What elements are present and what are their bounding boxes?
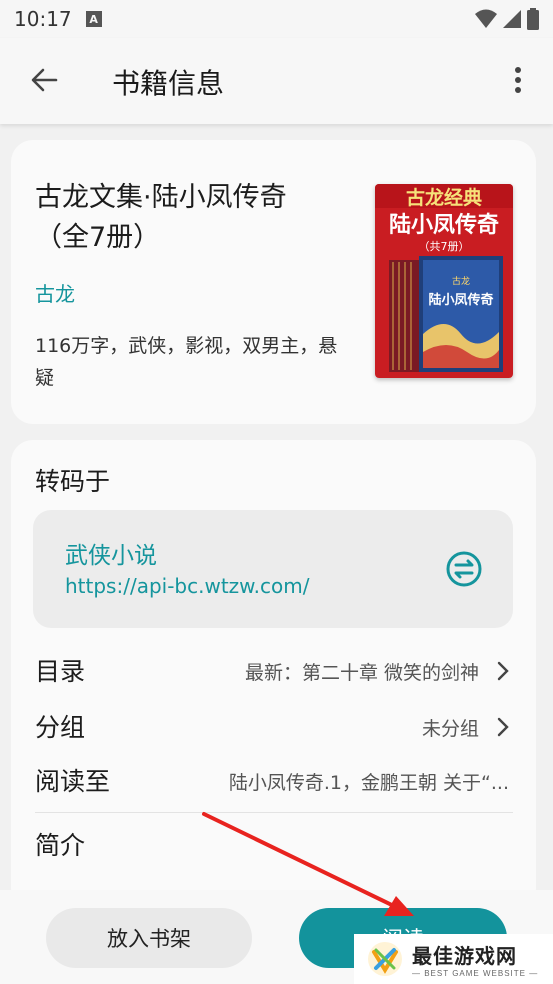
toc-value: 最新：第二十章 微笑的剑神 <box>244 662 479 684</box>
group-row[interactable]: 分组 未分组 <box>35 708 513 748</box>
book-info-card: 古龙文集·陆小凤传奇（全7册） 古龙 116万字，武侠，影视，双男主，悬疑 古龙… <box>11 140 536 424</box>
more-options-button[interactable] <box>503 62 533 98</box>
back-button[interactable] <box>26 62 62 98</box>
change-source-icon[interactable] <box>445 550 483 588</box>
cover-top-text: 古龙经典 <box>406 186 482 209</box>
back-arrow-icon <box>31 68 58 92</box>
book-title: 古龙文集·陆小凤传奇（全7册） <box>35 182 287 253</box>
add-to-shelf-button[interactable]: 放入书架 <box>46 908 252 968</box>
source-url: https://api-bc.wtzw.com/ <box>65 574 310 598</box>
progress-row[interactable]: 阅读至 陆小凤传奇.1，金鹏王朝 关于“... <box>35 762 513 802</box>
cover-box-title: 陆小凤传奇 <box>428 292 493 308</box>
source-name: 武侠小说 <box>65 543 157 569</box>
divider <box>35 812 513 813</box>
book-detail-card: 转码于 武侠小说 https://api-bc.wtzw.com/ 目录 最新：… <box>11 440 536 910</box>
toc-row[interactable]: 目录 最新：第二十章 微笑的剑神 <box>35 652 513 692</box>
more-vert-icon <box>515 67 521 93</box>
cover-box-author: 古龙 <box>452 275 470 287</box>
watermark-title: 最佳游戏网 <box>412 944 517 968</box>
book-author[interactable]: 古龙 <box>35 278 75 307</box>
group-label: 分组 <box>35 713 86 742</box>
chevron-right-icon <box>497 661 509 681</box>
cover-volumes: （共7册） <box>419 240 470 253</box>
progress-value: 陆小凤传奇.1，金鹏王朝 关于“... <box>228 772 509 794</box>
app-bar: 书籍信息 <box>0 38 553 124</box>
notification-icon: A <box>85 11 102 27</box>
toc-label: 目录 <box>35 657 86 686</box>
book-cover[interactable]: 古龙经典 陆小凤传奇 （共7册） 古龙 陆小凤传奇 <box>375 184 513 378</box>
wifi-icon <box>475 9 497 28</box>
book-cover-art: 古龙经典 陆小凤传奇 （共7册） 古龙 陆小凤传奇 <box>375 184 513 378</box>
battery-icon <box>527 8 539 30</box>
book-tags: 116万字，武侠，影视，双男主，悬疑 <box>35 335 338 389</box>
watermark-subtitle: — BEST GAME WEBSITE — <box>412 969 539 978</box>
page-title: 书籍信息 <box>112 67 225 100</box>
status-time: 10:17 <box>14 7 72 31</box>
source-heading: 转码于 <box>35 467 111 496</box>
cover-main-title: 陆小凤传奇 <box>389 212 499 238</box>
intro-heading: 简介 <box>35 831 86 860</box>
chevron-right-icon <box>497 717 509 737</box>
progress-label: 阅读至 <box>35 767 111 796</box>
status-bar: 10:17 A <box>0 0 553 38</box>
logo-icon <box>368 942 402 976</box>
status-icons <box>475 8 539 30</box>
group-value: 未分组 <box>421 718 479 740</box>
signal-icon <box>503 10 521 28</box>
watermark-logo: 最佳游戏网 — BEST GAME WEBSITE — <box>354 934 553 984</box>
source-box[interactable]: 武侠小说 https://api-bc.wtzw.com/ <box>33 510 513 628</box>
